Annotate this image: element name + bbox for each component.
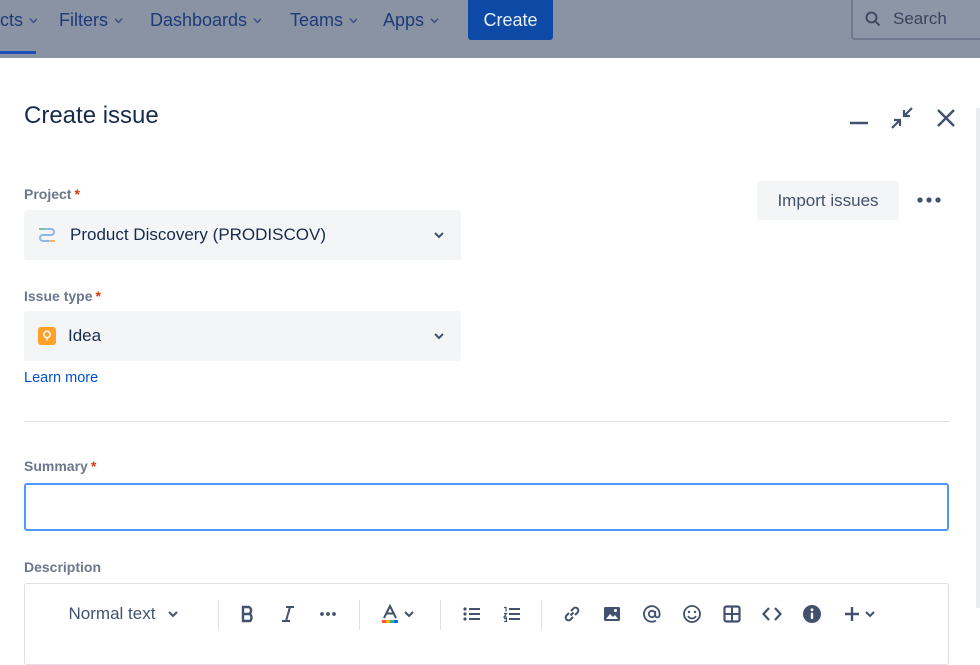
summary-label-text: Summary — [24, 458, 88, 474]
toolbar-separator — [440, 600, 441, 630]
close-button[interactable] — [934, 106, 958, 130]
chevron-down-icon — [168, 611, 179, 618]
idea-icon — [38, 327, 56, 345]
mention-icon — [643, 605, 661, 623]
insert-more-button[interactable] — [839, 584, 881, 644]
description-label: Description — [24, 559, 102, 575]
chevron-down-icon — [430, 17, 439, 23]
italic-icon — [282, 606, 294, 622]
emoji-button[interactable] — [679, 584, 705, 644]
more-formatting-button[interactable] — [315, 584, 341, 644]
modal-title: Create issue — [24, 102, 159, 129]
chevron-down-icon — [434, 333, 444, 340]
nav-teams-label: Teams — [290, 9, 344, 30]
numbered-list-button[interactable] — [499, 584, 525, 644]
image-button[interactable] — [599, 584, 625, 644]
emoji-icon — [683, 605, 701, 623]
numbered-list-icon — [503, 606, 520, 622]
search-placeholder: Search — [893, 9, 947, 28]
close-icon — [937, 109, 955, 127]
toolbar-separator — [218, 600, 219, 630]
bullet-list-icon — [463, 607, 480, 621]
nav-apps[interactable]: Apps — [383, 0, 439, 40]
project-label: Project * — [24, 186, 80, 202]
required-marker: * — [74, 186, 80, 202]
issue-type-label-text: Issue type — [24, 288, 93, 304]
text-color-icon — [382, 604, 398, 623]
nav-filters-label: Filters — [59, 9, 108, 30]
chevron-down-icon — [434, 232, 444, 239]
toolbar-separator — [359, 600, 360, 630]
minimize-icon — [850, 121, 868, 125]
modal-scrollbar[interactable] — [976, 108, 980, 608]
bullet-list-button[interactable] — [459, 584, 485, 644]
summary-input[interactable] — [24, 483, 949, 531]
project-select[interactable]: Product Discovery (PRODISCOV) — [24, 210, 461, 260]
chevron-down-icon — [114, 17, 123, 23]
nav-projects-label: cts — [0, 9, 24, 30]
chevron-down-icon — [253, 17, 262, 23]
summary-label: Summary * — [24, 458, 96, 474]
text-color-button[interactable] — [377, 584, 419, 644]
bold-button[interactable] — [235, 584, 261, 644]
nav-dashboards[interactable]: Dashboards — [150, 0, 262, 40]
link-button[interactable] — [559, 584, 585, 644]
required-marker: * — [90, 458, 97, 474]
nav-active-indicator — [0, 51, 36, 54]
divider — [24, 421, 949, 422]
learn-more-link[interactable]: Learn more — [24, 370, 98, 386]
top-navigation: cts Filters Dashboards Teams Apps Create… — [0, 0, 980, 58]
chevron-down-icon — [349, 17, 358, 23]
product-discovery-icon — [39, 228, 55, 242]
link-icon — [564, 606, 580, 622]
bold-icon — [241, 605, 253, 623]
nav-filters[interactable]: Filters — [59, 0, 123, 40]
image-icon — [604, 607, 620, 621]
info-icon — [803, 605, 821, 623]
table-button[interactable] — [719, 584, 745, 644]
more-actions-button[interactable] — [914, 188, 944, 212]
text-style-value: Normal text — [68, 604, 156, 623]
project-label-text: Project — [24, 186, 72, 202]
issue-type-label: Issue type * — [24, 288, 101, 304]
minimize-button[interactable] — [847, 106, 871, 130]
mention-button[interactable] — [639, 584, 665, 644]
info-panel-button[interactable] — [799, 584, 825, 644]
nav-teams[interactable]: Teams — [290, 0, 358, 40]
collapse-button[interactable] — [890, 106, 914, 130]
issue-type-value: Idea — [68, 326, 102, 345]
chevron-down-icon — [865, 611, 875, 618]
issue-type-select[interactable]: Idea — [24, 311, 461, 361]
search-input[interactable]: Search — [851, 0, 980, 40]
required-marker: * — [95, 288, 101, 304]
nav-apps-label: Apps — [383, 9, 425, 30]
nav-projects[interactable]: cts — [0, 0, 38, 40]
code-icon — [762, 607, 782, 621]
table-icon — [723, 605, 741, 623]
search-icon — [865, 11, 881, 27]
import-issues-button[interactable]: Import issues — [757, 181, 899, 220]
more-icon — [320, 612, 336, 616]
create-issue-modal: Create issue Project * Product Discovery … — [0, 62, 980, 665]
italic-button[interactable] — [275, 584, 301, 644]
more-icon — [917, 197, 941, 203]
nav-dashboards-label: Dashboards — [150, 9, 248, 30]
code-button[interactable] — [759, 584, 785, 644]
project-value: Product Discovery (PRODISCOV) — [70, 225, 326, 244]
description-editor[interactable]: Normal text — [24, 583, 949, 665]
chevron-down-icon — [404, 611, 414, 618]
collapse-icon — [891, 107, 913, 129]
create-button[interactable]: Create — [468, 0, 553, 40]
text-style-dropdown[interactable]: Normal text — [61, 584, 187, 644]
chevron-down-icon — [29, 17, 38, 23]
plus-icon — [845, 607, 859, 621]
toolbar-separator — [541, 600, 542, 630]
